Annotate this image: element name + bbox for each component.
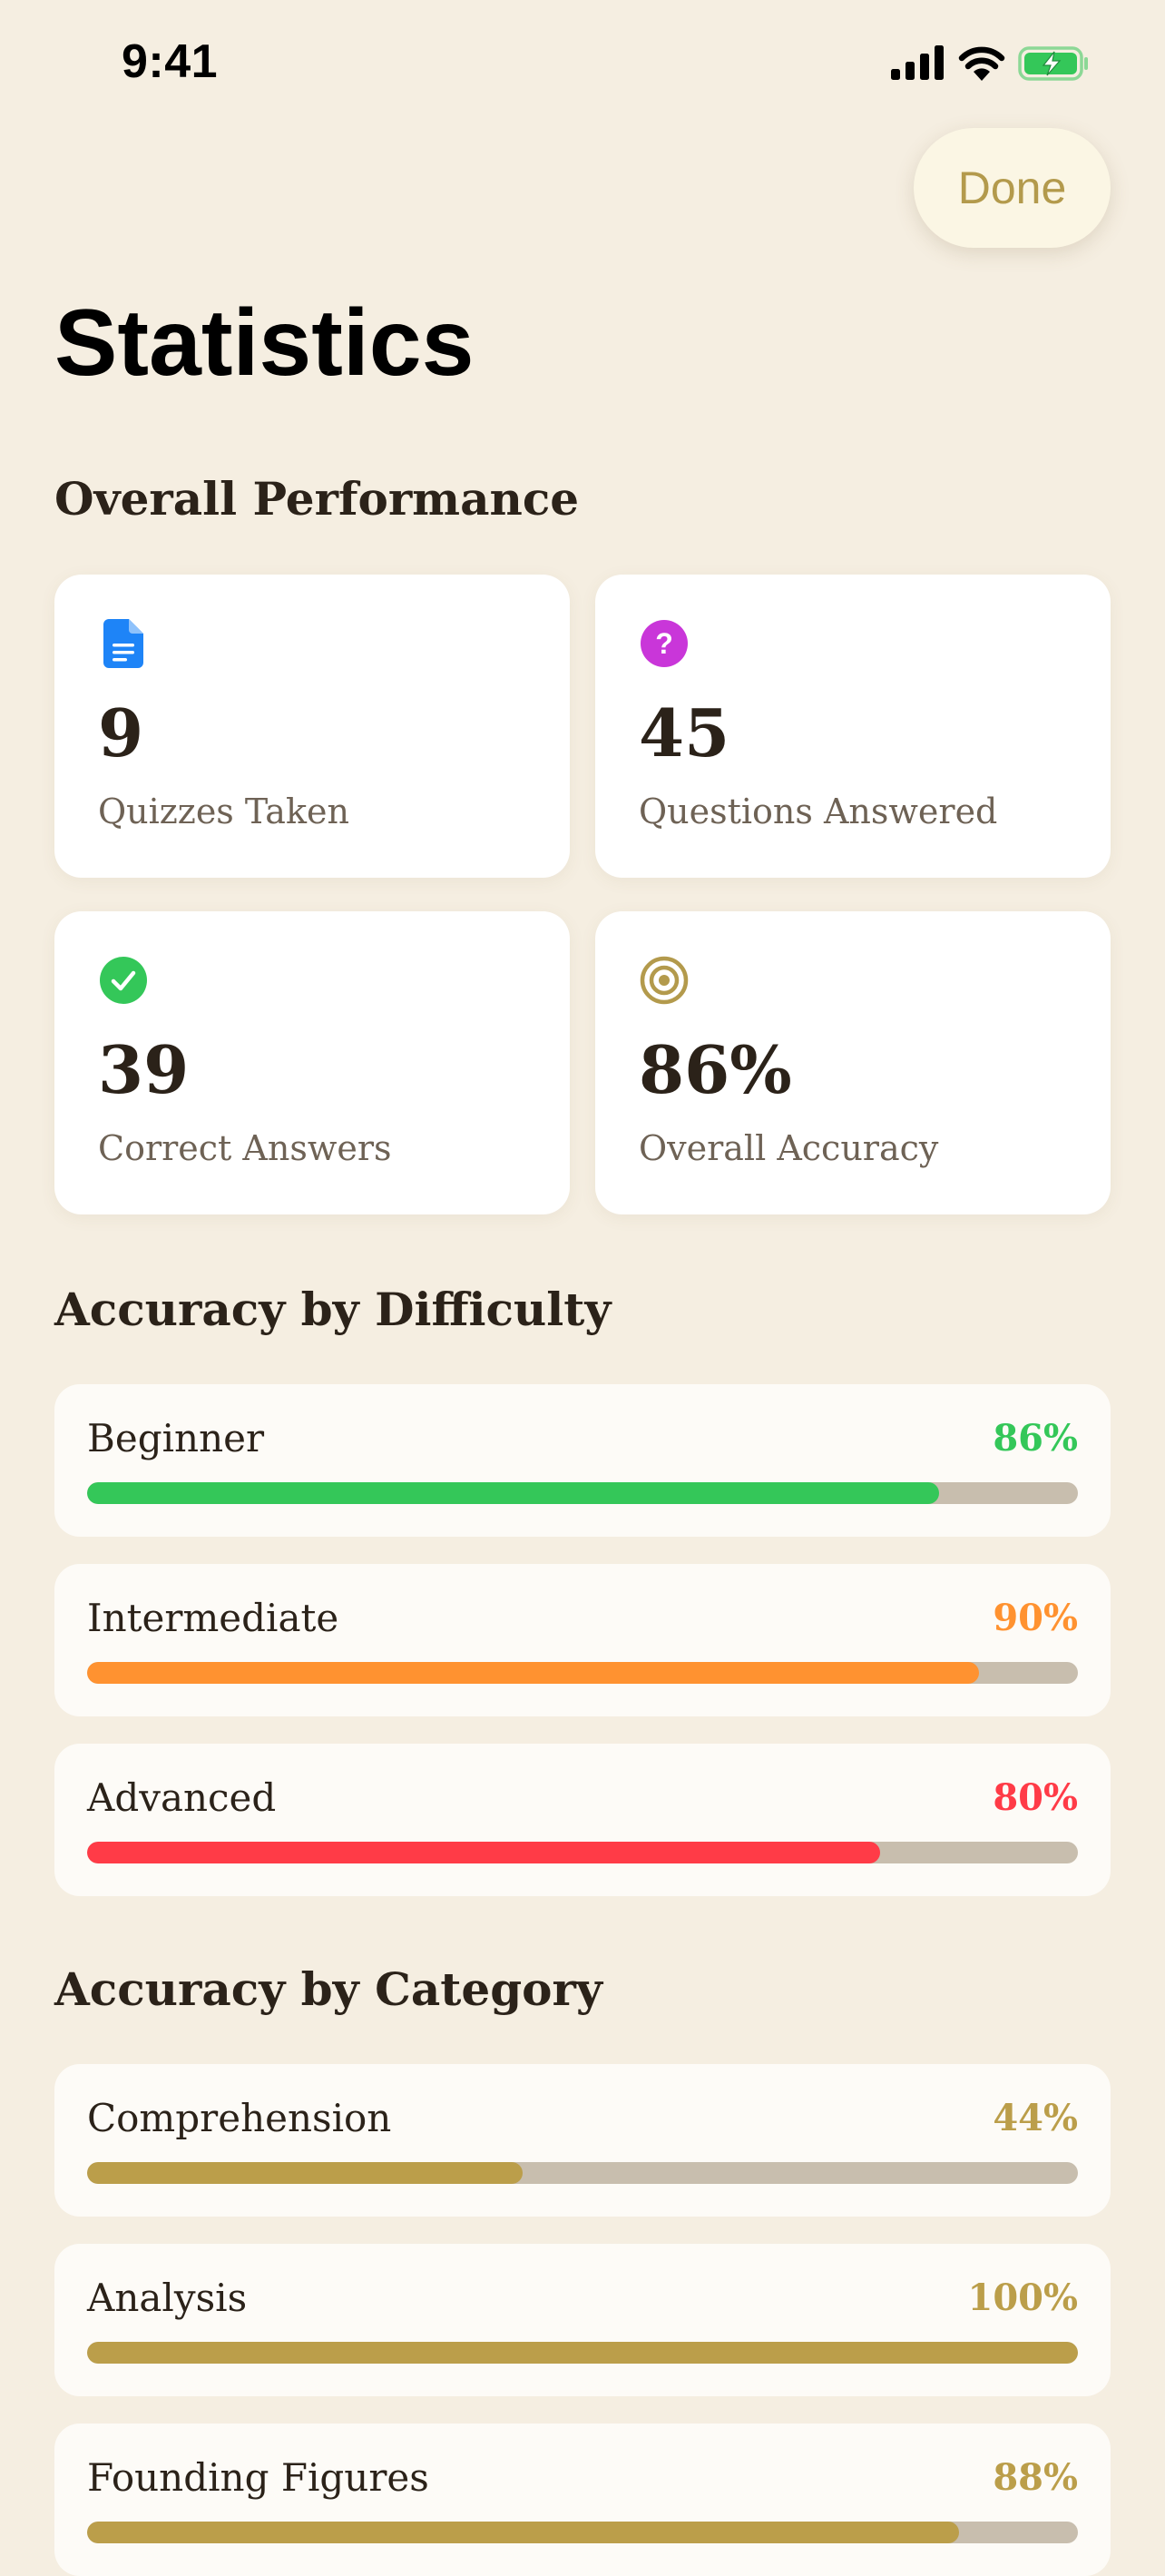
- stat-label: Correct Answers: [98, 1128, 392, 1168]
- stat-value: 45: [639, 694, 730, 772]
- progress-label: Intermediate: [87, 1596, 339, 1640]
- progress-track: [87, 2342, 1078, 2364]
- category-row-analysis: Analysis 100%: [54, 2244, 1111, 2396]
- category-row-founding-figures: Founding Figures 88%: [54, 2424, 1111, 2576]
- stat-label: Overall Accuracy: [639, 1128, 939, 1168]
- progress-track: [87, 1482, 1078, 1504]
- difficulty-row-intermediate: Intermediate 90%: [54, 1564, 1111, 1716]
- difficulty-row-beginner: Beginner 86%: [54, 1384, 1111, 1537]
- stat-label: Questions Answered: [639, 791, 998, 831]
- stat-card-overall-accuracy: 86% Overall Accuracy: [595, 911, 1111, 1214]
- stat-card-correct-answers: 39 Correct Answers: [54, 911, 570, 1214]
- progress-fill: [87, 1662, 979, 1684]
- cellular-signal-icon: [891, 45, 944, 80]
- status-bar: 9:41: [0, 0, 1165, 127]
- question-circle-icon: ?: [639, 618, 690, 669]
- progress-label: Beginner: [87, 1416, 265, 1460]
- stat-card-quizzes-taken: 9 Quizzes Taken: [54, 575, 570, 878]
- progress-value: 86%: [993, 1417, 1078, 1460]
- stat-value: 86%: [639, 1031, 792, 1108]
- progress-track: [87, 2162, 1078, 2184]
- progress-fill: [87, 2162, 524, 2184]
- progress-label: Comprehension: [87, 2096, 392, 2140]
- progress-fill: [87, 2342, 1078, 2364]
- overall-performance-heading: Overall Performance: [54, 472, 580, 526]
- progress-label: Advanced: [87, 1775, 277, 1820]
- wifi-icon: [958, 46, 1005, 81]
- progress-fill: [87, 2522, 959, 2543]
- progress-track: [87, 2522, 1078, 2543]
- progress-track: [87, 1662, 1078, 1684]
- progress-track: [87, 1842, 1078, 1863]
- battery-charging-icon: [1018, 46, 1088, 81]
- progress-label: Founding Figures: [87, 2455, 429, 2500]
- status-time: 9:41: [122, 35, 219, 88]
- stat-value: 9: [98, 694, 144, 772]
- progress-value: 80%: [993, 1776, 1078, 1819]
- progress-value: 90%: [993, 1597, 1078, 1639]
- progress-value: 44%: [993, 2097, 1078, 2139]
- document-icon: [98, 618, 149, 669]
- progress-fill: [87, 1482, 940, 1504]
- target-icon: [639, 955, 690, 1006]
- difficulty-row-advanced: Advanced 80%: [54, 1744, 1111, 1896]
- progress-value: 88%: [993, 2456, 1078, 2499]
- progress-fill: [87, 1842, 880, 1863]
- checkmark-circle-icon: [98, 955, 149, 1006]
- page-title: Statistics: [54, 290, 475, 396]
- accuracy-by-difficulty-heading: Accuracy by Difficulty: [54, 1283, 612, 1336]
- progress-value: 100%: [967, 2276, 1078, 2319]
- stat-label: Quizzes Taken: [98, 791, 349, 831]
- stat-card-questions-answered: ? 45 Questions Answered: [595, 575, 1111, 878]
- stat-value: 39: [98, 1031, 190, 1108]
- category-row-comprehension: Comprehension 44%: [54, 2064, 1111, 2217]
- svg-text:?: ?: [655, 627, 673, 660]
- accuracy-by-category-heading: Accuracy by Category: [54, 1962, 602, 2016]
- progress-label: Analysis: [87, 2276, 248, 2320]
- done-button[interactable]: Done: [914, 128, 1111, 248]
- status-icons: [891, 45, 1091, 82]
